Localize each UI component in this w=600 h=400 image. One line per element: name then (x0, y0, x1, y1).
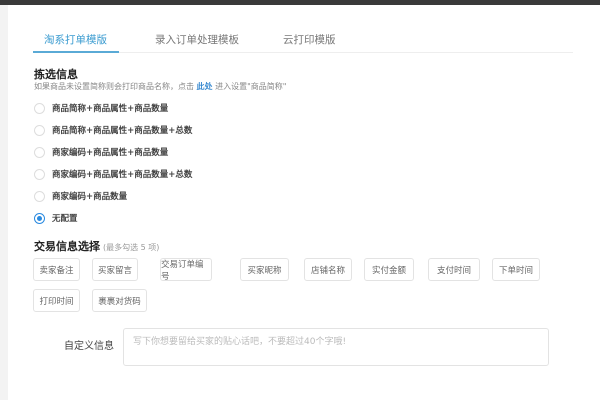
radio-label: 商品简称+商品属性+商品数量 (52, 104, 169, 114)
trade-note: (最多勾选 5 项) (103, 243, 160, 252)
radio-label: 商品简称+商品属性+商品数量+总数 (52, 126, 193, 136)
radio-label: 商家编码+商品属性+商品数量 (52, 148, 169, 158)
radio-label: 无配置 (52, 214, 78, 224)
trade-info-title: 交易信息选择 (最多勾选 5 项) (34, 238, 159, 254)
radio-option[interactable]: 商家编码+商品数量 (34, 190, 127, 202)
trade-field-tag[interactable]: 裹裹对货码 (92, 289, 147, 312)
radio-option[interactable]: 商品简称+商品属性+商品数量+总数 (34, 124, 192, 136)
radio-icon[interactable] (34, 168, 45, 180)
radio-option[interactable]: 商品简称+商品属性+商品数量 (34, 102, 168, 114)
radio-option[interactable]: 商家编码+商品属性+商品数量 (34, 146, 168, 158)
radio-option[interactable]: 商家编码+商品属性+商品数量+总数 (34, 168, 192, 180)
trade-field-tag[interactable]: 下单时间 (492, 258, 540, 281)
radio-icon[interactable] (34, 190, 45, 202)
hint-text: 如果商品未设置简称则会打印商品名称，点击 (34, 82, 197, 91)
trade-field-tag[interactable]: 买家昵称 (240, 258, 289, 281)
custom-info-input[interactable] (123, 328, 549, 366)
template-tabs: 淘系打单模版 录入订单处理模板 云打印模版 (33, 24, 573, 53)
custom-info-label: 自定义信息 (64, 341, 114, 352)
active-tab-indicator (33, 51, 119, 53)
left-edge (0, 5, 8, 400)
trade-field-tag[interactable]: 支付时间 (428, 258, 480, 281)
radio-option[interactable]: 无配置 (34, 212, 78, 224)
tab-cloud-print-template[interactable]: 云打印模版 (283, 32, 336, 47)
radio-icon[interactable] (34, 102, 45, 114)
pick-info-title: 拣选信息 (34, 68, 78, 81)
trade-field-tag[interactable]: 实付金额 (364, 258, 414, 281)
trade-field-tag[interactable]: 店铺名称 (304, 258, 352, 281)
radio-label: 商家编码+商品属性+商品数量+总数 (52, 170, 193, 180)
radio-label: 商家编码+商品数量 (52, 192, 128, 202)
settings-link[interactable]: 此处 (197, 82, 213, 91)
trade-title-text: 交易信息选择 (34, 240, 100, 253)
radio-icon[interactable] (34, 212, 45, 224)
trade-field-tag[interactable]: 卖家备注 (33, 258, 80, 281)
trade-field-tag[interactable]: 交易订单编号 (160, 258, 212, 282)
hint-text-after: 进入设置"商品简称" (212, 82, 287, 91)
tab-entry-order-template[interactable]: 录入订单处理模板 (155, 32, 239, 47)
pick-info-hint: 如果商品未设置简称则会打印商品名称，点击 此处 进入设置"商品简称" (34, 81, 286, 92)
top-bar (0, 0, 600, 5)
radio-icon[interactable] (34, 146, 45, 158)
trade-field-tag[interactable]: 打印时间 (33, 289, 80, 312)
tab-taobao-template[interactable]: 淘系打单模版 (44, 32, 107, 47)
radio-icon[interactable] (34, 124, 45, 136)
trade-field-tag[interactable]: 买家留言 (92, 258, 138, 281)
